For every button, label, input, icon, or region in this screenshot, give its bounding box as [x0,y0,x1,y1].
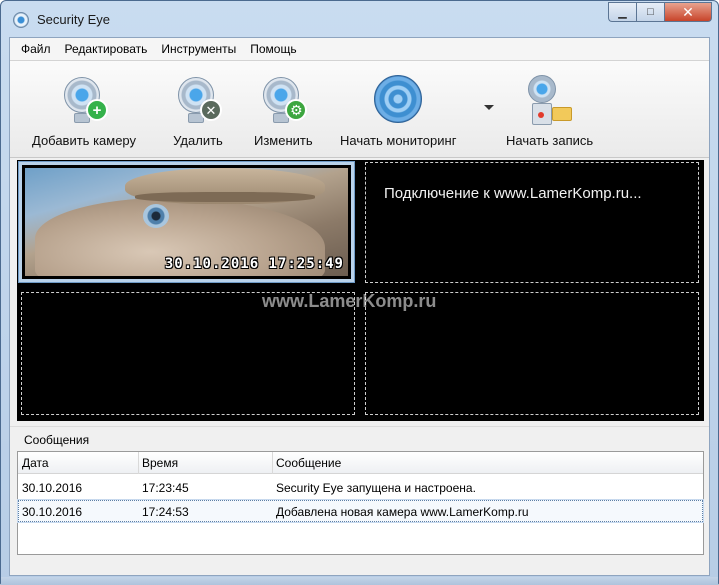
add-camera-icon: + [56,75,112,127]
camera-feed-image: 30.10.2016 17:25:49 [25,168,348,276]
menu-tools[interactable]: Инструменты [154,39,243,59]
connection-status: Подключение к www.LamerKomp.ru... [384,185,642,202]
menu-bar: Файл Редактировать Инструменты Помощь [10,38,709,60]
edit-label: Изменить [254,133,313,148]
feed-eye [143,204,169,228]
close-icon: ✕ [682,3,694,20]
tape-icon [551,107,572,121]
camera-timestamp: 30.10.2016 17:25:49 [164,256,344,272]
camera-view-1[interactable]: 30.10.2016 17:25:49 [18,161,355,283]
row-message: Добавлена новая камера www.LamerKomp.ru [276,505,529,519]
maximize-button[interactable]: □ [636,2,664,22]
column-header-date[interactable]: Дата [22,456,49,470]
add-camera-button[interactable]: + Добавить камеру [32,75,136,148]
recorder-body-icon [531,103,552,125]
row-date: 30.10.2016 [22,481,83,495]
minimize-icon: ▁ [618,6,627,19]
edit-camera-button[interactable]: ⚙ Изменить [254,75,313,148]
start-monitoring-label: Начать мониторинг [340,133,457,148]
delete-label: Удалить [173,133,223,148]
camera-view-2[interactable]: Подключение к www.LamerKomp.ru... [365,162,699,283]
toolbar: + Добавить камеру ✕ Удалить ⚙ Изменить Н… [10,60,709,158]
close-button[interactable]: ✕ [664,2,712,22]
add-camera-label: Добавить камеру [32,133,137,148]
recorder-camera-icon [527,75,556,103]
row-time: 17:24:53 [142,505,189,519]
start-monitoring-button[interactable]: Начать мониторинг [340,75,456,148]
status-strip [17,559,704,571]
radar-icon [374,75,423,123]
edit-camera-icon: ⚙ [255,75,311,127]
column-separator[interactable] [272,452,273,474]
row-message: Security Eye запущена и настроена. [276,481,476,495]
client-area: Файл Редактировать Инструменты Помощь + … [9,37,710,576]
start-recording-button[interactable]: Начать запись [506,75,593,148]
title-bar[interactable]: Security Eye ▁ □ ✕ [1,1,718,37]
window-title: Security Eye [37,12,110,27]
watermark-text: www.LamerKomp.ru [262,291,437,311]
messages-panel-header: Сообщения [10,426,709,450]
table-row[interactable]: 30.10.2016 17:23:45 Security Eye запущен… [18,477,703,499]
plus-icon: + [86,99,109,121]
record-dot-icon [537,112,544,118]
messages-table: Дата Время Сообщение 30.10.2016 17:23:45… [17,451,704,555]
feed-hat-band [135,192,315,202]
minimize-button[interactable]: ▁ [608,2,636,22]
maximize-icon: □ [647,6,654,18]
menu-help[interactable]: Помощь [243,39,303,59]
delete-camera-icon: ✕ [170,75,226,127]
window-bottom-border [1,577,718,585]
record-icon-wrap [522,75,578,127]
column-separator[interactable] [138,452,139,474]
delete-camera-button[interactable]: ✕ Удалить [170,75,226,148]
app-window: Security Eye ▁ □ ✕ Файл Редактировать Ин… [0,0,719,585]
row-time: 17:23:45 [142,481,189,495]
radar-icon-wrap [370,75,426,127]
column-header-time[interactable]: Время [142,456,178,470]
monitoring-dropdown-arrow-icon[interactable] [484,105,494,110]
video-grid: 30.10.2016 17:25:49 Подключение к www.La… [17,160,704,421]
gear-icon: ⚙ [285,99,308,121]
messages-title: Сообщения [24,433,90,447]
app-eye-icon [13,12,29,28]
start-recording-label: Начать запись [506,133,594,148]
menu-file[interactable]: Файл [14,39,58,59]
table-header: Дата Время Сообщение [18,452,703,474]
row-date: 30.10.2016 [22,505,83,519]
menu-edit[interactable]: Редактировать [58,39,155,59]
x-icon: ✕ [200,99,222,121]
table-row[interactable]: 30.10.2016 17:24:53 Добавлена новая каме… [17,499,704,523]
window-controls: ▁ □ ✕ [608,2,712,22]
column-header-message[interactable]: Сообщение [276,456,341,470]
